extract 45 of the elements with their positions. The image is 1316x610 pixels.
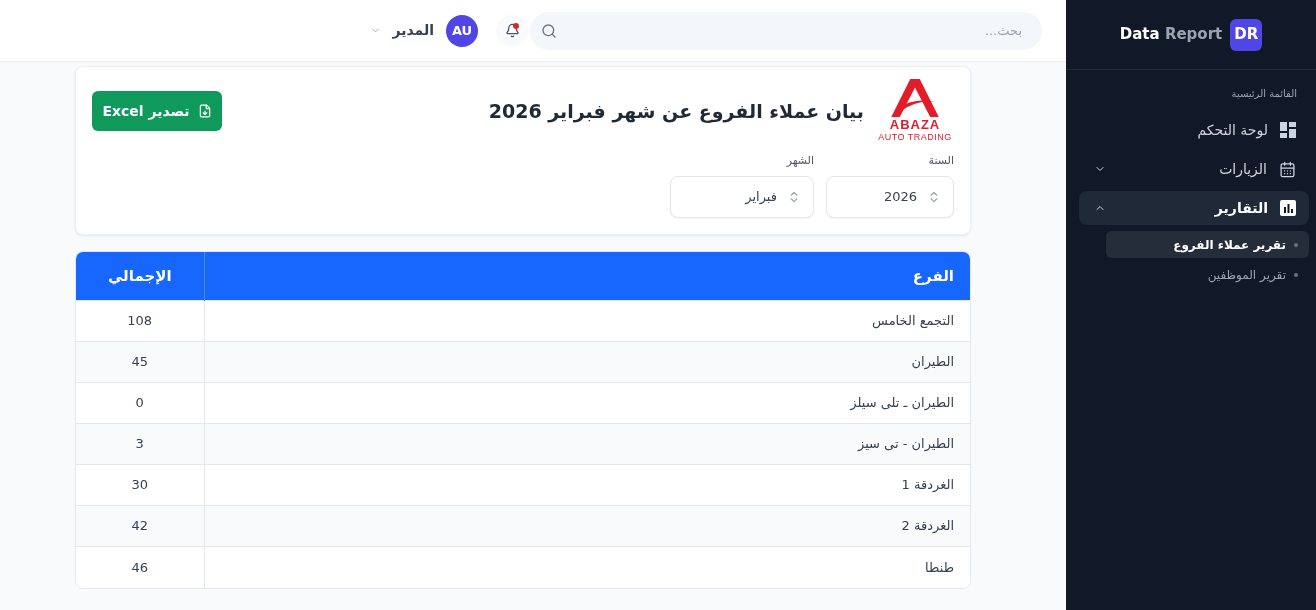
export-excel-button[interactable]: تصدير Excel (92, 91, 222, 131)
dashboard-icon (1280, 122, 1296, 138)
search-field[interactable]: بحث... (530, 11, 1042, 50)
table-cell: الطيران (204, 341, 970, 383)
avatar[interactable]: AU (446, 14, 478, 47)
table-cell: الغردقة 2 (204, 505, 970, 547)
dropdown-select[interactable]: 2026 (826, 175, 954, 218)
bullet-icon (1294, 272, 1298, 277)
notification-button[interactable] (496, 14, 528, 47)
logo-badge: DR (1230, 18, 1263, 51)
table-cell: 0 (76, 382, 204, 424)
filter-label: السنة (928, 153, 954, 169)
bar-chart-icon (1280, 200, 1296, 216)
table-cell: 46 (76, 546, 204, 588)
table-cell: 45 (76, 341, 204, 383)
table-cell: طنطا (204, 546, 970, 588)
table-cell: 42 (76, 505, 204, 547)
bullet-icon (1294, 242, 1298, 247)
nav-item[interactable]: لوحة التحكم (1079, 113, 1309, 147)
bell-icon (504, 23, 520, 38)
column-header: الفرع (204, 251, 970, 301)
user-name[interactable]: المدير (392, 20, 434, 41)
table-cell: الطيران - تى سيز (204, 423, 970, 465)
section-label: القائمة الرئيسية (1231, 87, 1297, 101)
logo-tagline: AUTO TRADING (878, 132, 952, 143)
filter-label: الشهر (786, 153, 814, 169)
table-cell: 30 (76, 464, 204, 506)
search-icon (541, 22, 557, 39)
dropdown-select[interactable]: فبراير (670, 175, 814, 218)
nav-item[interactable]: التقارير (1079, 191, 1309, 225)
file-download-icon (197, 104, 212, 118)
table-cell: الغردقة 1 (204, 464, 970, 506)
table-cell: 108 (76, 300, 204, 342)
submenu-item[interactable]: تقرير الموظفين (1106, 261, 1309, 288)
submenu-item[interactable]: تقرير عملاء الفروع (1106, 231, 1309, 258)
calendar-icon (1279, 160, 1296, 178)
a-shape-logo-icon (891, 79, 939, 117)
brand-name: Data Report (1119, 24, 1223, 46)
column-header: الإجمالي (76, 251, 204, 301)
table-cell: الطيران ـ تلى سيلز (204, 382, 970, 424)
table-cell: التجمع الخامس (204, 300, 970, 342)
logo-name: ABAZA (889, 117, 941, 132)
nav-item[interactable]: الزيارات (1079, 152, 1309, 186)
report-title: بيان عملاء الفروع عن شهر فبراير 2026 (488, 98, 864, 125)
table-cell: 3 (76, 423, 204, 465)
